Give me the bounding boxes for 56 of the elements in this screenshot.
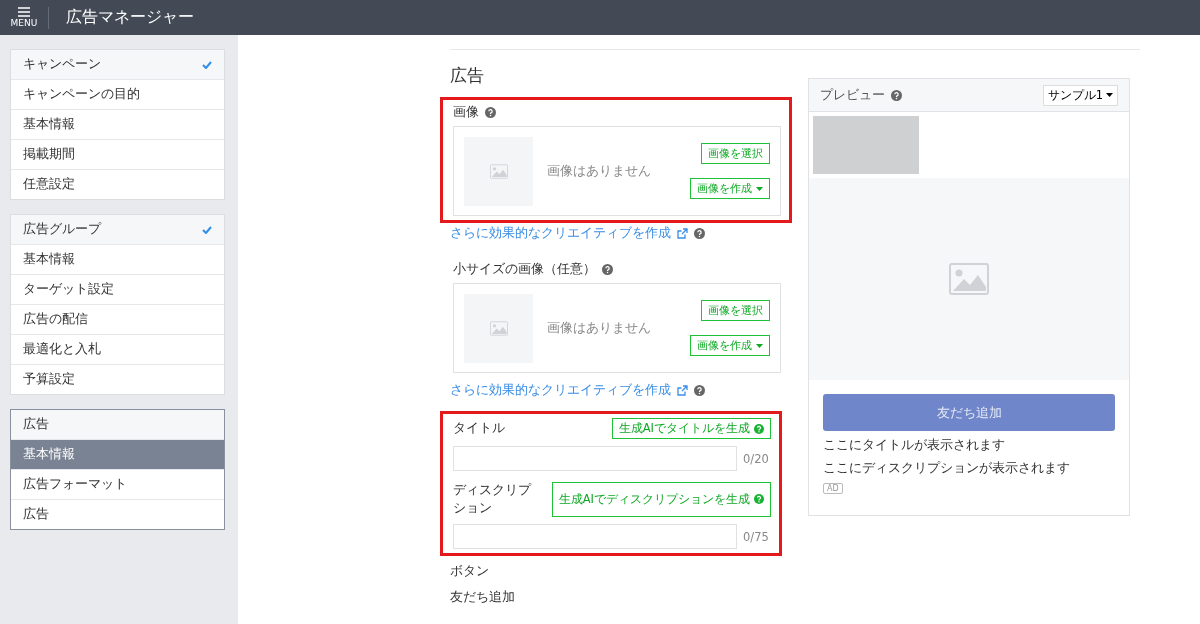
nav-item[interactable]: 任意設定	[11, 169, 224, 199]
nav-group-header[interactable]: 広告グループ	[11, 215, 224, 244]
character-counter: 0/75	[743, 529, 770, 544]
field-value: 友だち追加	[450, 589, 516, 607]
menu-icon	[18, 7, 30, 17]
preview-title: プレビュー	[820, 86, 885, 104]
nav-item[interactable]: ターゲット設定	[11, 274, 224, 304]
nav-item[interactable]: 掲載期間	[11, 139, 224, 169]
caret-icon	[756, 186, 763, 191]
image-icon	[949, 263, 989, 295]
help-icon[interactable]	[754, 494, 764, 505]
empty-text: 画像はありません	[547, 162, 652, 180]
character-counter: 0/20	[743, 451, 770, 466]
external-link-icon	[677, 385, 688, 396]
creative-link[interactable]: さらに効果的なクリエイティブを作成	[450, 382, 671, 399]
help-icon[interactable]	[694, 385, 705, 396]
help-icon[interactable]	[602, 264, 613, 275]
nav-item[interactable]: 基本情報	[11, 109, 224, 139]
sample-dropdown[interactable]: サンプル1	[1042, 84, 1118, 106]
text-input[interactable]	[453, 446, 737, 471]
nav-group-header[interactable]: キャンペーン	[11, 50, 224, 79]
group-title: 広告グループ	[23, 221, 101, 238]
ad-badge: AD	[823, 483, 843, 494]
group-title: キャンペーン	[23, 56, 101, 73]
nav-item[interactable]: 最適化と入札	[11, 334, 224, 364]
external-link-icon	[677, 228, 688, 239]
nav-item[interactable]: 広告	[11, 499, 224, 529]
nav-item[interactable]: 広告の配信	[11, 304, 224, 334]
text-input[interactable]	[453, 524, 737, 550]
group-title: 広告	[23, 416, 49, 433]
field-label: ボタン	[450, 563, 490, 581]
field-label: 小サイズの画像（任意）	[453, 261, 596, 278]
title-placeholder-text: ここにタイトルが表示されます	[823, 437, 1006, 454]
image-icon	[489, 163, 508, 179]
nav-group-header[interactable]: 広告	[11, 410, 224, 439]
caret-icon	[756, 343, 763, 348]
field-label: タイトル	[453, 419, 506, 438]
description-placeholder-text: ここにディスクリプションが表示されます	[823, 460, 1071, 477]
nav-item[interactable]: 予算設定	[11, 364, 224, 394]
creative-link[interactable]: さらに効果的なクリエイティブを作成	[450, 225, 671, 242]
help-icon[interactable]	[694, 228, 705, 239]
app-title: 広告マネージャー	[66, 7, 194, 28]
field-label: 画像	[453, 104, 479, 121]
nav-item[interactable]: 基本情報	[11, 439, 224, 469]
nav-item[interactable]: キャンペーンの目的	[11, 79, 224, 109]
help-icon[interactable]	[754, 423, 764, 434]
image-icon	[489, 320, 508, 336]
caret-icon	[1106, 93, 1113, 97]
menu-button[interactable]: MENU	[0, 7, 48, 28]
help-icon[interactable]	[485, 107, 496, 118]
help-icon[interactable]	[891, 89, 902, 101]
field-label: ディスクリプション	[453, 481, 533, 518]
empty-text: 画像はありません	[547, 319, 652, 337]
nav-item[interactable]: 基本情報	[11, 244, 224, 274]
nav-item[interactable]: 広告フォーマット	[11, 469, 224, 499]
section-heading: 広告	[450, 64, 484, 87]
